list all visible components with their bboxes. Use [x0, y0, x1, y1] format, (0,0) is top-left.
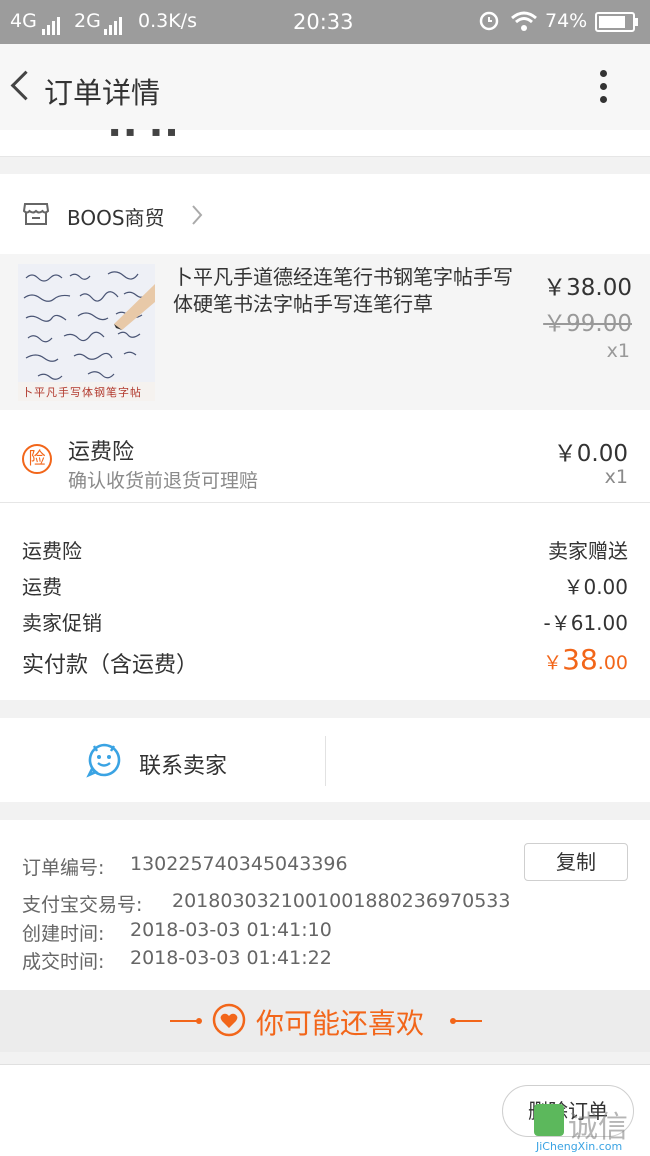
product-original-price: ￥99.00	[543, 311, 632, 337]
insurance-desc: 确认收货前退货可理赔	[68, 470, 259, 492]
network-speed: 0.3K/s	[138, 10, 197, 32]
total-label: 实付款（含运费）	[22, 653, 199, 678]
total-decimal: .00	[597, 652, 628, 674]
summary-label-promo: 卖家促销	[22, 611, 102, 635]
summary-value-promo: -￥61.00	[543, 611, 628, 635]
contact-divider	[325, 736, 326, 786]
watermark-logo-icon	[534, 1104, 564, 1136]
wifi-icon	[510, 10, 538, 37]
total-currency: ￥	[543, 652, 563, 674]
watermark: 诚信 JiChengXin.com	[534, 1102, 650, 1155]
product-price: ￥38.00	[543, 275, 632, 301]
product-image-caption: 卜平凡手写体钢笔字帖	[22, 386, 142, 399]
clock: 20:33	[293, 10, 354, 34]
product-title: 卜平凡手道德经连笔行书钢笔字帖手写体硬笔书法字帖手写连笔行草	[173, 265, 513, 316]
signal-icon	[42, 13, 62, 35]
price-summary: 运费险 卖家赠送 运费 ￥0.00 卖家促销 -￥61.00 实付款（含运费） …	[0, 503, 650, 700]
product-thumbnail[interactable]: 卜平凡手写体钢笔字帖	[18, 264, 155, 401]
recommend-title: 你可能还喜欢	[256, 1007, 425, 1040]
total-amount: ￥38.00	[543, 643, 628, 676]
page-title: 订单详情	[44, 76, 161, 110]
deal-time-value: 2018-03-03 01:41:22	[130, 947, 332, 969]
store-icon	[22, 202, 50, 230]
more-options-icon[interactable]	[600, 70, 608, 109]
chat-bubble-icon	[86, 742, 122, 782]
recommend-header: 你可能还喜欢	[0, 990, 650, 1052]
created-time-value: 2018-03-03 01:41:10	[130, 919, 332, 941]
summary-label-insurance: 运费险	[22, 539, 82, 563]
contact-seller-label: 联系卖家	[139, 754, 228, 779]
address-partial-text: ▪▪ ▪▪	[110, 124, 183, 140]
created-time-label: 创建时间:	[22, 923, 105, 945]
contact-card: 联系卖家	[0, 718, 650, 802]
insurance-badge-icon: 险	[22, 444, 52, 474]
insurance-price: ￥0.00	[553, 441, 628, 467]
right-arrow-decoration	[452, 1020, 482, 1022]
insurance-title: 运费险	[68, 440, 135, 465]
signal-icon-2	[104, 13, 124, 35]
summary-value-insurance: 卖家赠送	[548, 539, 628, 563]
order-number-value: 1302257403450433​96	[130, 853, 348, 875]
contact-seller-button[interactable]: 联系卖家	[0, 718, 325, 802]
alipay-value: 2018030321001001880236970533	[172, 890, 511, 912]
deal-time-label: 成交时间:	[22, 951, 105, 973]
app-bar: 订单详情	[0, 44, 650, 130]
product-quantity: x1	[606, 340, 630, 362]
address-card-partial: ▪▪ ▪▪	[0, 124, 650, 157]
battery-percent: 74%	[545, 10, 588, 32]
shop-name: BOOS商贸	[67, 206, 165, 230]
watermark-site: JiChengXin.com	[536, 1140, 623, 1153]
alipay-label: 支付宝交易号:	[22, 894, 143, 916]
insurance-quantity: x1	[604, 466, 628, 488]
alarm-icon	[478, 9, 500, 36]
network-2g-label: 2G	[74, 10, 101, 32]
back-arrow-icon[interactable]	[10, 70, 41, 101]
order-card: BOOS商贸 卜平凡手写体钢笔字帖 卜平凡手道德经连笔行书钢笔字帖手写体硬笔书法…	[0, 174, 650, 502]
battery-icon	[595, 12, 639, 37]
summary-label-shipping: 运费	[22, 575, 62, 599]
left-arrow-dot	[196, 1018, 202, 1024]
chevron-right-icon	[190, 204, 204, 230]
heart-icon	[212, 1003, 246, 1041]
status-bar: 4G 2G 0.3K/s 20:33 74%	[0, 0, 650, 44]
product-row[interactable]: 卜平凡手写体钢笔字帖 卜平凡手道德经连笔行书钢笔字帖手写体硬笔书法字帖手写连笔行…	[0, 254, 650, 410]
copy-button[interactable]: 复制	[524, 843, 628, 881]
network-4g-label: 4G	[10, 10, 37, 32]
total-integer: 38	[562, 643, 598, 676]
summary-value-shipping: ￥0.00	[563, 575, 628, 599]
order-number-label: 订单编号:	[22, 857, 105, 879]
order-info-card: 订单编号: 1302257403450433​96 复制 支付宝交易号: 201…	[0, 820, 650, 990]
shop-row[interactable]: BOOS商贸	[0, 174, 650, 254]
insurance-row: 险 运费险 确认收货前退货可理赔 ￥0.00 x1	[0, 410, 650, 502]
